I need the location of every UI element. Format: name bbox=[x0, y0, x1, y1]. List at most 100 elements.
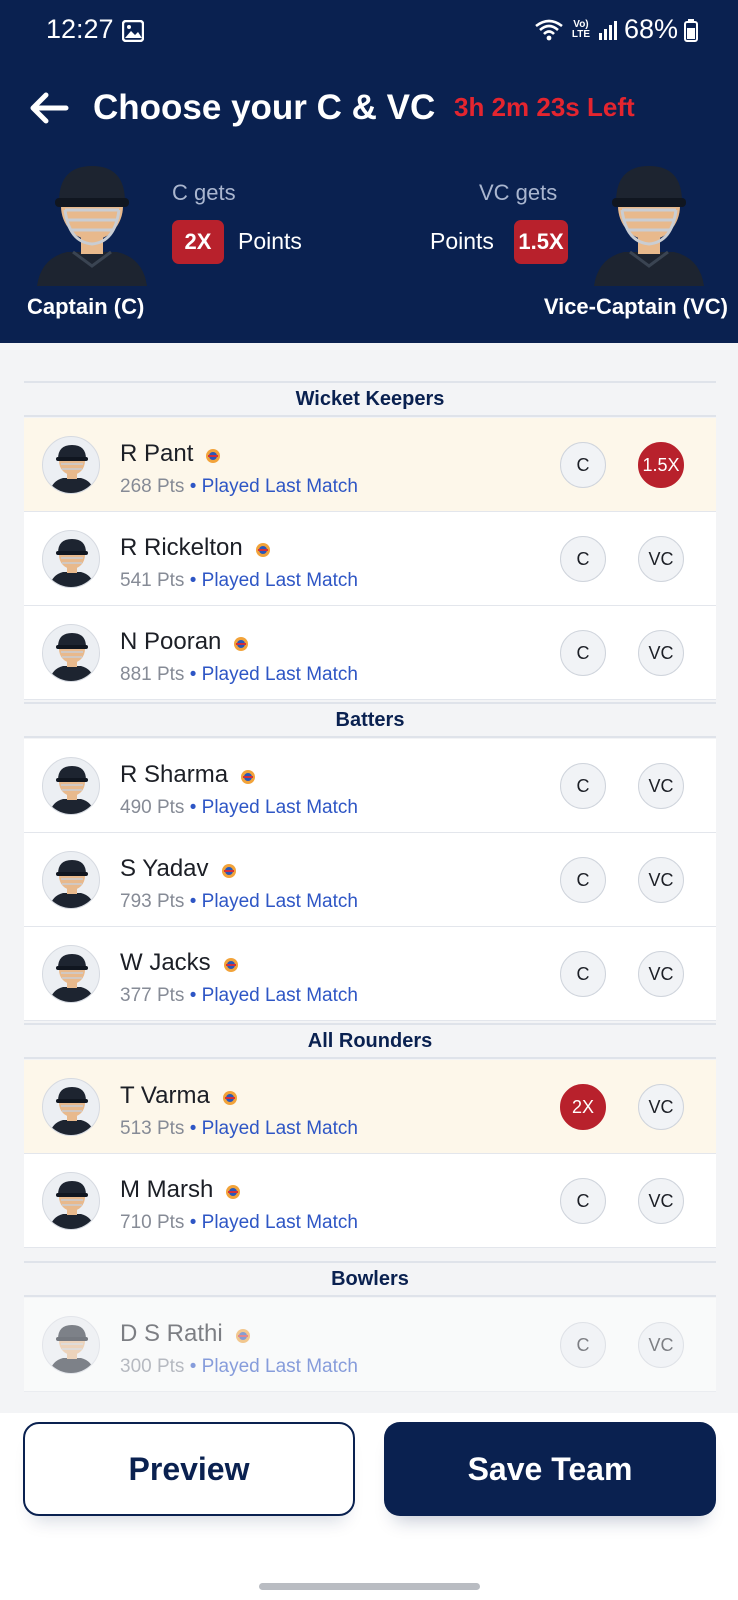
vice-captain-toggle-button[interactable]: VC bbox=[638, 1084, 684, 1130]
captain-toggle-button[interactable]: C bbox=[560, 630, 606, 676]
separator-dot: • bbox=[184, 1212, 202, 1233]
save-team-button[interactable]: Save Team bbox=[384, 1422, 716, 1516]
player-avatar-icon bbox=[42, 1316, 100, 1374]
team-logo-icon bbox=[223, 957, 239, 973]
captain-points-label: Points bbox=[238, 228, 302, 254]
footer-bar: Preview Save Team bbox=[0, 1413, 738, 1600]
captain-multiplier-badge: 2X bbox=[172, 220, 224, 264]
vice-captain-toggle-button[interactable]: VC bbox=[638, 951, 684, 997]
back-arrow-icon[interactable] bbox=[26, 86, 70, 130]
player-avatar-icon bbox=[42, 530, 100, 588]
separator-dot: • bbox=[184, 985, 202, 1006]
player-points: 541 Pts bbox=[120, 570, 185, 591]
player-points: 793 Pts bbox=[120, 891, 185, 912]
player-name: D S Rathi bbox=[120, 1320, 223, 1347]
captain-toggle-button[interactable]: C bbox=[560, 763, 606, 809]
player-row[interactable]: N Pooran 881 Pts • Played Last Match C VC bbox=[24, 606, 716, 700]
player-name: R Sharma bbox=[120, 761, 229, 788]
team-logo-icon bbox=[221, 863, 237, 879]
player-status: Played Last Match bbox=[201, 891, 358, 912]
captain-toggle-button[interactable]: C bbox=[560, 536, 606, 582]
separator-dot: • bbox=[184, 797, 202, 818]
player-row[interactable]: W Jacks 377 Pts • Played Last Match C VC bbox=[24, 927, 716, 1021]
player-avatar-icon bbox=[42, 757, 100, 815]
player-row[interactable]: R Sharma 490 Pts • Played Last Match C VC bbox=[24, 739, 716, 833]
deadline-timer: 3h 2m 23s Left bbox=[454, 92, 635, 122]
player-meta: 490 Pts • Played Last Match bbox=[120, 797, 358, 819]
separator-dot: • bbox=[184, 476, 202, 497]
player-meta: 513 Pts • Played Last Match bbox=[120, 1118, 358, 1140]
player-avatar-icon bbox=[42, 1078, 100, 1136]
team-logo-icon bbox=[240, 769, 256, 785]
player-status: Played Last Match bbox=[201, 476, 358, 497]
player-points: 268 Pts bbox=[120, 476, 185, 497]
signal-icon bbox=[598, 20, 617, 40]
player-meta: 377 Pts • Played Last Match bbox=[120, 985, 358, 1007]
team-logo-icon bbox=[222, 1090, 238, 1106]
player-list[interactable]: Wicket Keepers R Pant 268 Pts • Played La… bbox=[0, 343, 738, 1413]
player-status: Played Last Match bbox=[201, 664, 358, 685]
player-name: R Rickelton bbox=[120, 534, 243, 561]
separator-dot: • bbox=[184, 891, 202, 912]
home-indicator[interactable] bbox=[259, 1583, 480, 1590]
status-time: 12:27 bbox=[46, 14, 114, 44]
header: 12:27 Vo) LTE 68% Choose your C & VC 3h … bbox=[0, 0, 738, 343]
captain-toggle-button[interactable]: C bbox=[560, 1322, 606, 1368]
player-avatar-icon bbox=[42, 945, 100, 1003]
player-row[interactable]: M Marsh 710 Pts • Played Last Match C VC bbox=[24, 1154, 716, 1248]
vice-captain-toggle-button[interactable]: VC bbox=[638, 1178, 684, 1224]
player-status: Played Last Match bbox=[201, 1118, 358, 1139]
status-icons: Vo) LTE 68% bbox=[534, 14, 698, 45]
captain-toggle-button[interactable]: 2X bbox=[560, 1084, 606, 1130]
player-points: 513 Pts bbox=[120, 1118, 185, 1139]
player-meta: 881 Pts • Played Last Match bbox=[120, 664, 358, 686]
captain-toggle-button[interactable]: C bbox=[560, 442, 606, 488]
player-name: M Marsh bbox=[120, 1176, 214, 1203]
player-name: W Jacks bbox=[120, 949, 211, 976]
player-avatar-icon bbox=[42, 436, 100, 494]
section-header-wicket-keepers: Wicket Keepers bbox=[24, 381, 716, 417]
player-name: T Varma bbox=[120, 1082, 210, 1109]
team-logo-icon bbox=[255, 542, 271, 558]
section-header-bowlers: Bowlers bbox=[24, 1261, 716, 1297]
vice-captain-multiplier-badge: 1.5X bbox=[514, 220, 568, 264]
player-status: Played Last Match bbox=[201, 570, 358, 591]
separator-dot: • bbox=[184, 1356, 202, 1377]
battery-icon bbox=[684, 18, 698, 42]
player-row[interactable]: R Rickelton 541 Pts • Played Last Match C V… bbox=[24, 512, 716, 606]
vice-captain-toggle-button[interactable]: VC bbox=[638, 1322, 684, 1368]
player-row[interactable]: R Pant 268 Pts • Played Last Match C 1.5X bbox=[24, 418, 716, 512]
captain-toggle-button[interactable]: C bbox=[560, 857, 606, 903]
player-status: Played Last Match bbox=[201, 1212, 358, 1233]
captain-toggle-button[interactable]: C bbox=[560, 1178, 606, 1224]
player-name: N Pooran bbox=[120, 628, 222, 655]
player-avatar-icon bbox=[42, 624, 100, 682]
vice-captain-toggle-button[interactable]: VC bbox=[638, 857, 684, 903]
player-row[interactable]: T Varma 513 Pts • Played Last Match 2X VC bbox=[24, 1060, 716, 1154]
player-avatar-icon bbox=[42, 1172, 100, 1230]
player-name: S Yadav bbox=[120, 855, 209, 882]
player-points: 881 Pts bbox=[120, 664, 185, 685]
player-meta: 541 Pts • Played Last Match bbox=[120, 570, 358, 592]
player-status: Played Last Match bbox=[201, 797, 358, 818]
vice-captain-toggle-button[interactable]: 1.5X bbox=[638, 442, 684, 488]
player-meta: 710 Pts • Played Last Match bbox=[120, 1212, 358, 1234]
player-name: R Pant bbox=[120, 440, 194, 467]
network-label: Vo) LTE bbox=[571, 18, 591, 40]
wifi-icon bbox=[535, 19, 563, 40]
vice-captain-gets-label: VC gets bbox=[479, 180, 558, 205]
vice-captain-toggle-button[interactable]: VC bbox=[638, 536, 684, 582]
preview-button[interactable]: Preview bbox=[23, 1422, 355, 1516]
player-row[interactable]: S Yadav 793 Pts • Played Last Match C VC bbox=[24, 833, 716, 927]
player-meta: 793 Pts • Played Last Match bbox=[120, 891, 358, 913]
captain-gets-label: C gets bbox=[172, 180, 236, 205]
captain-toggle-button[interactable]: C bbox=[560, 951, 606, 997]
vice-captain-toggle-button[interactable]: VC bbox=[638, 630, 684, 676]
player-avatar-icon bbox=[42, 851, 100, 909]
vice-captain-toggle-button[interactable]: VC bbox=[638, 763, 684, 809]
page-title: Choose your C & VC bbox=[93, 88, 436, 127]
team-logo-icon bbox=[235, 1328, 251, 1344]
team-logo-icon bbox=[205, 448, 221, 464]
player-points: 300 Pts bbox=[120, 1356, 185, 1377]
player-row[interactable]: D S Rathi 300 Pts • Played Last Match C VC bbox=[24, 1298, 716, 1392]
